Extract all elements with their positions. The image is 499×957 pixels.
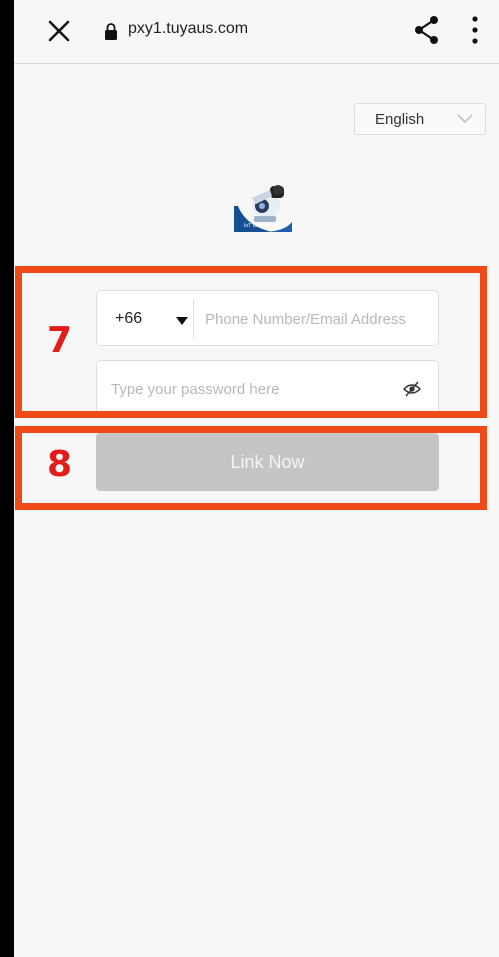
close-icon[interactable]	[42, 14, 76, 48]
chevron-down-icon	[457, 114, 473, 123]
annotation-box-8	[15, 426, 487, 510]
annotation-box-7	[15, 266, 487, 418]
share-icon[interactable]	[412, 14, 442, 46]
lock-icon	[105, 23, 117, 40]
logo-caption: IoT Smart Home	[244, 223, 281, 229]
address-bar-url[interactable]: pxy1.tuyaus.com	[128, 20, 248, 38]
annotation-number-7: 7	[47, 320, 73, 361]
more-vert-icon[interactable]	[468, 14, 482, 46]
browser-bar: pxy1.tuyaus.com	[14, 0, 499, 64]
annotation-number-8: 8	[47, 444, 73, 485]
language-select-value: English	[375, 111, 425, 128]
language-select[interactable]: English	[354, 103, 486, 135]
